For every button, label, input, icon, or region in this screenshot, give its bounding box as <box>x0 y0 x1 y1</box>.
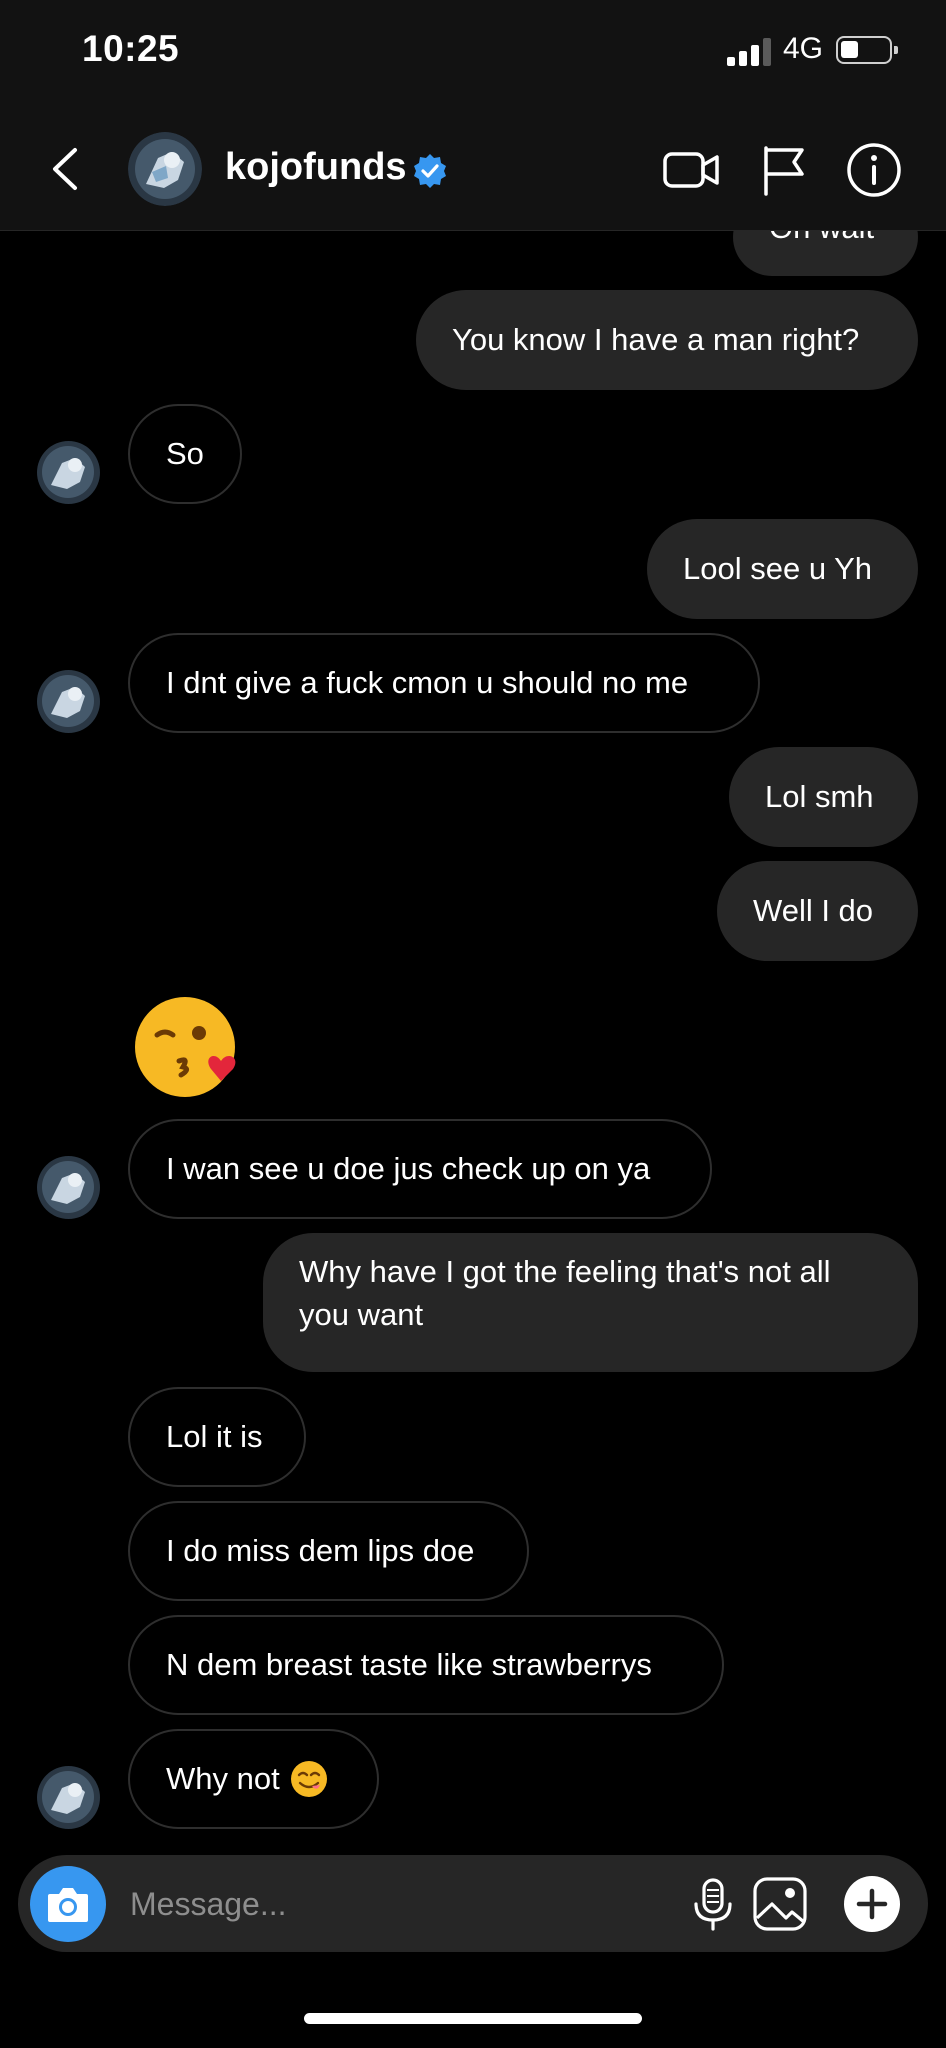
message-bubble-received[interactable]: I wan see u doe jus check up on ya <box>128 1119 712 1219</box>
avatar[interactable] <box>37 670 100 733</box>
face-savoring-food-emoji <box>290 1761 327 1797</box>
avatar[interactable] <box>37 1766 100 1829</box>
camera-icon <box>48 1888 88 1922</box>
message-input[interactable] <box>128 1873 672 1935</box>
avatar[interactable] <box>128 132 202 206</box>
status-bar: 10:25 4G <box>0 0 946 110</box>
message-text: Why not <box>166 1761 280 1796</box>
verified-badge-icon <box>414 154 446 188</box>
chat-header: kojofunds <box>0 110 946 231</box>
kissing-face-with-heart-emoji[interactable] <box>133 995 245 1099</box>
status-time: 10:25 <box>82 28 180 69</box>
image-icon[interactable] <box>752 1876 808 1932</box>
avatar[interactable] <box>37 441 100 504</box>
chevron-left-icon[interactable] <box>45 144 85 194</box>
message-bubble-received[interactable]: Lol it is <box>128 1387 306 1487</box>
plus-icon[interactable] <box>842 1874 902 1934</box>
message-bubble-received[interactable]: I dnt give a fuck cmon u should no me <box>128 633 760 733</box>
message-composer <box>18 1855 928 1952</box>
signal-icon <box>727 38 771 66</box>
message-bubble-received[interactable]: Why not <box>128 1729 379 1829</box>
message-bubble-sent[interactable]: Lool see u Yh <box>647 519 918 619</box>
message-bubble-sent[interactable]: Well I do <box>717 861 918 961</box>
flag-icon[interactable] <box>754 140 814 200</box>
video-camera-icon[interactable] <box>661 140 721 200</box>
home-indicator[interactable] <box>304 2013 642 2024</box>
chat-username[interactable]: kojofunds <box>225 146 407 189</box>
camera-button[interactable] <box>30 1866 106 1942</box>
message-bubble-sent[interactable]: Why have I got the feeling that's not al… <box>263 1233 918 1372</box>
message-bubble-received[interactable]: N dem breast taste like strawberrys <box>128 1615 724 1715</box>
message-bubble-sent[interactable]: You know I have a man right? <box>416 290 918 390</box>
info-icon[interactable] <box>844 140 904 200</box>
microphone-icon[interactable] <box>685 1876 741 1932</box>
avatar[interactable] <box>37 1156 100 1219</box>
network-label: 4G <box>783 32 824 65</box>
message-bubble-received[interactable]: So <box>128 404 242 504</box>
battery-icon <box>836 36 898 64</box>
message-bubble-received[interactable]: I do miss dem lips doe <box>128 1501 529 1601</box>
message-bubble-sent[interactable]: Lol smh <box>729 747 918 847</box>
